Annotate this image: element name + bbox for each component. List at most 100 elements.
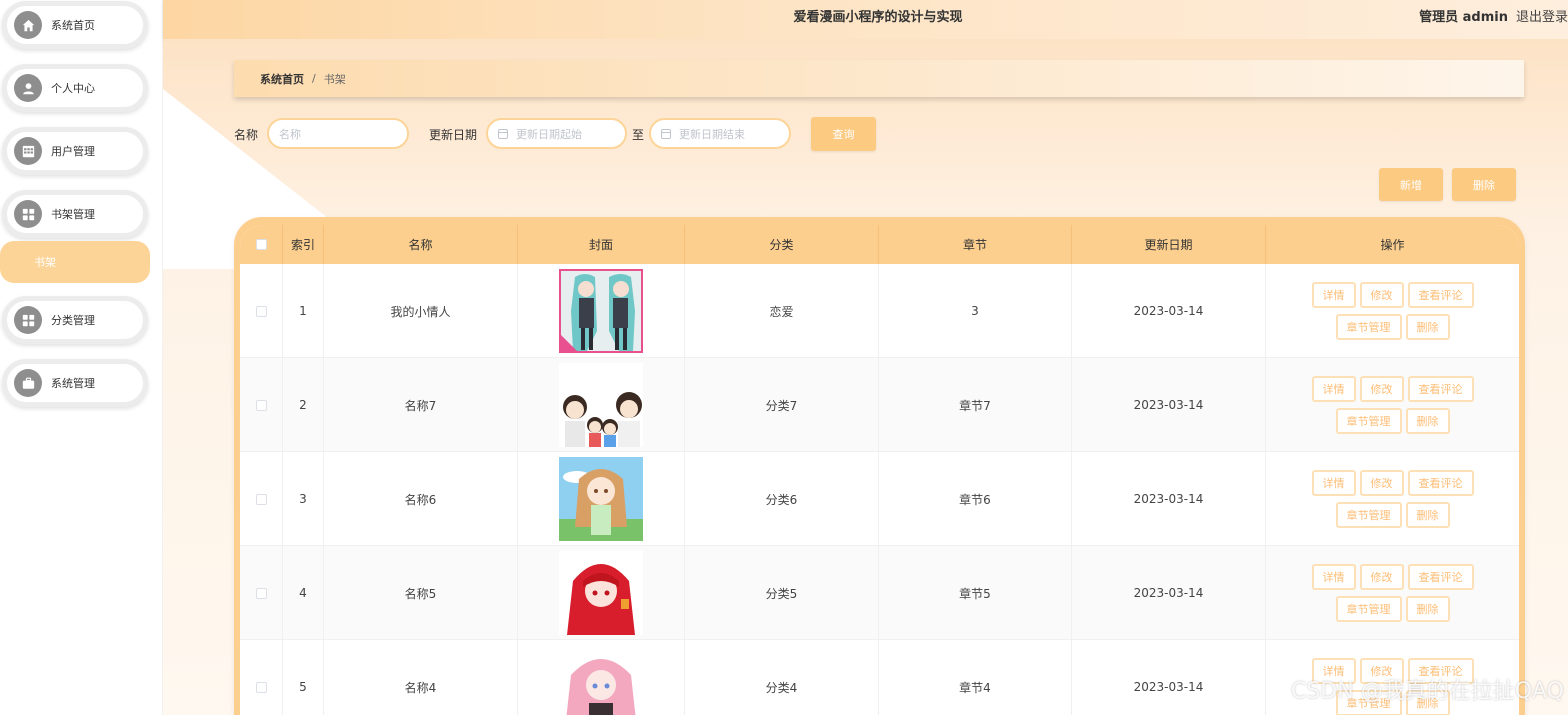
row-index: 3 <box>283 452 324 546</box>
date-end-input[interactable]: 更新日期结束 <box>649 118 791 149</box>
row-name: 名称5 <box>324 546 518 640</box>
edit-button[interactable]: 修改 <box>1359 282 1404 308</box>
row-name: 我的小情人 <box>324 264 518 358</box>
row-category: 分类7 <box>685 358 879 452</box>
view-comments-button[interactable]: 查看评论 <box>1407 564 1474 590</box>
row-delete-button[interactable]: 删除 <box>1405 596 1450 622</box>
app-title: 爱看漫画小程序的设计与实现 <box>793 10 963 25</box>
sidebar-item-home[interactable]: 系统首页 <box>2 1 148 49</box>
row-index: 2 <box>283 358 324 452</box>
row-chapter: 章节4 <box>879 640 1072 715</box>
bookshelf-table: 索引 名称 封面 分类 章节 更新日期 操作 1 我的小情人 恋爱 3 2023… <box>234 217 1525 715</box>
col-date: 更新日期 <box>1072 225 1266 264</box>
chapter-manage-button[interactable]: 章节管理 <box>1335 502 1402 528</box>
row-date: 2023-03-14 <box>1072 546 1266 640</box>
top-header: 爱看漫画小程序的设计与实现 管理员 admin 退出登录 <box>163 0 1568 39</box>
table-row: 3 名称6 分类6 章节6 2023-03-14 详情 修改 查看评论 章节管理… <box>240 452 1519 546</box>
cover-image <box>559 363 643 447</box>
col-name: 名称 <box>324 225 518 264</box>
cover-image <box>559 269 643 353</box>
row-delete-button[interactable]: 删除 <box>1405 502 1450 528</box>
row-checkbox[interactable] <box>255 681 267 693</box>
apps-icon <box>14 200 42 228</box>
breadcrumb-home[interactable]: 系统首页 <box>260 71 304 87</box>
row-chapter: 章节7 <box>879 358 1072 452</box>
logout-link[interactable]: 退出登录 <box>1516 10 1568 25</box>
row-category: 分类4 <box>685 640 879 715</box>
table-row: 2 名称7 分类7 章节7 2023-03-14 详情 修改 查看评论 章节管理… <box>240 358 1519 452</box>
row-checkbox[interactable] <box>255 493 267 505</box>
user-label: 管理员 admin <box>1419 10 1508 25</box>
chapter-manage-button[interactable]: 章节管理 <box>1335 314 1402 340</box>
briefcase-icon <box>14 369 42 397</box>
sidebar: 系统首页 个人中心 用户管理 书架管理 书架 分类管理 系统管理 <box>0 0 163 715</box>
calendar-icon <box>661 128 671 139</box>
chapter-manage-button[interactable]: 章节管理 <box>1335 408 1402 434</box>
add-button[interactable]: 新增 <box>1379 168 1443 201</box>
calendar-icon <box>498 128 508 139</box>
date-range-separator: 至 <box>632 128 645 142</box>
date-filter-label: 更新日期 <box>429 128 478 142</box>
sidebar-item-label: 用户管理 <box>51 145 95 158</box>
row-chapter: 章节6 <box>879 452 1072 546</box>
query-button[interactable]: 查询 <box>811 117 876 151</box>
batch-delete-button[interactable]: 删除 <box>1452 168 1516 201</box>
date-start-input[interactable]: 更新日期起始 <box>486 118 627 149</box>
row-delete-button[interactable]: 删除 <box>1405 314 1450 340</box>
row-category: 分类5 <box>685 546 879 640</box>
sidebar-item-label: 系统首页 <box>51 19 95 32</box>
date-start-placeholder: 更新日期起始 <box>516 127 582 141</box>
row-chapter: 章节5 <box>879 546 1072 640</box>
home-icon <box>14 11 42 39</box>
view-comments-button[interactable]: 查看评论 <box>1407 376 1474 402</box>
col-index: 索引 <box>283 225 324 264</box>
row-checkbox[interactable] <box>255 587 267 599</box>
edit-button[interactable]: 修改 <box>1359 564 1404 590</box>
detail-button[interactable]: 详情 <box>1311 282 1356 308</box>
sidebar-subitem-shelf[interactable]: 书架 <box>0 241 150 283</box>
sidebar-subitem-label: 书架 <box>34 256 56 269</box>
sidebar-item-users[interactable]: 用户管理 <box>2 127 148 175</box>
detail-button[interactable]: 详情 <box>1311 564 1356 590</box>
row-date: 2023-03-14 <box>1072 358 1266 452</box>
row-checkbox[interactable] <box>255 399 267 411</box>
view-comments-button[interactable]: 查看评论 <box>1407 470 1474 496</box>
chapter-manage-button[interactable]: 章节管理 <box>1335 596 1402 622</box>
col-category: 分类 <box>685 225 879 264</box>
watermark: CSDN @我真的在拉扯QAQ <box>1290 679 1564 704</box>
row-checkbox[interactable] <box>255 305 267 317</box>
edit-button[interactable]: 修改 <box>1359 376 1404 402</box>
cover-image <box>559 551 643 635</box>
name-filter-label: 名称 <box>234 128 259 142</box>
breadcrumb-current: 书架 <box>323 72 346 86</box>
cover-image <box>559 457 643 541</box>
col-chapter: 章节 <box>879 225 1072 264</box>
apps-icon <box>14 306 42 334</box>
sidebar-item-bookshelf[interactable]: 书架管理 <box>2 190 148 238</box>
view-comments-button[interactable]: 查看评论 <box>1407 282 1474 308</box>
row-category: 分类6 <box>685 452 879 546</box>
row-delete-button[interactable]: 删除 <box>1405 408 1450 434</box>
table-row: 1 我的小情人 恋爱 3 2023-03-14 详情 修改 查看评论 章节管理 … <box>240 264 1519 358</box>
breadcrumb: 系统首页 / 书架 <box>234 60 1524 97</box>
row-name: 名称7 <box>324 358 518 452</box>
name-search-input[interactable]: 名称 <box>267 118 409 149</box>
sidebar-item-label: 书架管理 <box>51 208 95 221</box>
row-index: 5 <box>283 640 324 715</box>
cover-image <box>559 645 643 715</box>
sidebar-item-profile[interactable]: 个人中心 <box>2 64 148 112</box>
detail-button[interactable]: 详情 <box>1311 470 1356 496</box>
select-all-checkbox[interactable] <box>255 239 267 250</box>
sidebar-item-category[interactable]: 分类管理 <box>2 296 148 344</box>
edit-button[interactable]: 修改 <box>1359 470 1404 496</box>
row-date: 2023-03-14 <box>1072 640 1266 715</box>
sidebar-item-label: 分类管理 <box>51 314 95 327</box>
detail-button[interactable]: 详情 <box>1311 376 1356 402</box>
sidebar-item-system[interactable]: 系统管理 <box>2 359 148 407</box>
row-date: 2023-03-14 <box>1072 264 1266 358</box>
table-header: 索引 名称 封面 分类 章节 更新日期 操作 <box>240 225 1519 264</box>
sidebar-item-label: 个人中心 <box>51 82 95 95</box>
col-cover: 封面 <box>518 225 685 264</box>
sidebar-item-label: 系统管理 <box>51 377 95 390</box>
name-search-placeholder: 名称 <box>279 127 301 141</box>
